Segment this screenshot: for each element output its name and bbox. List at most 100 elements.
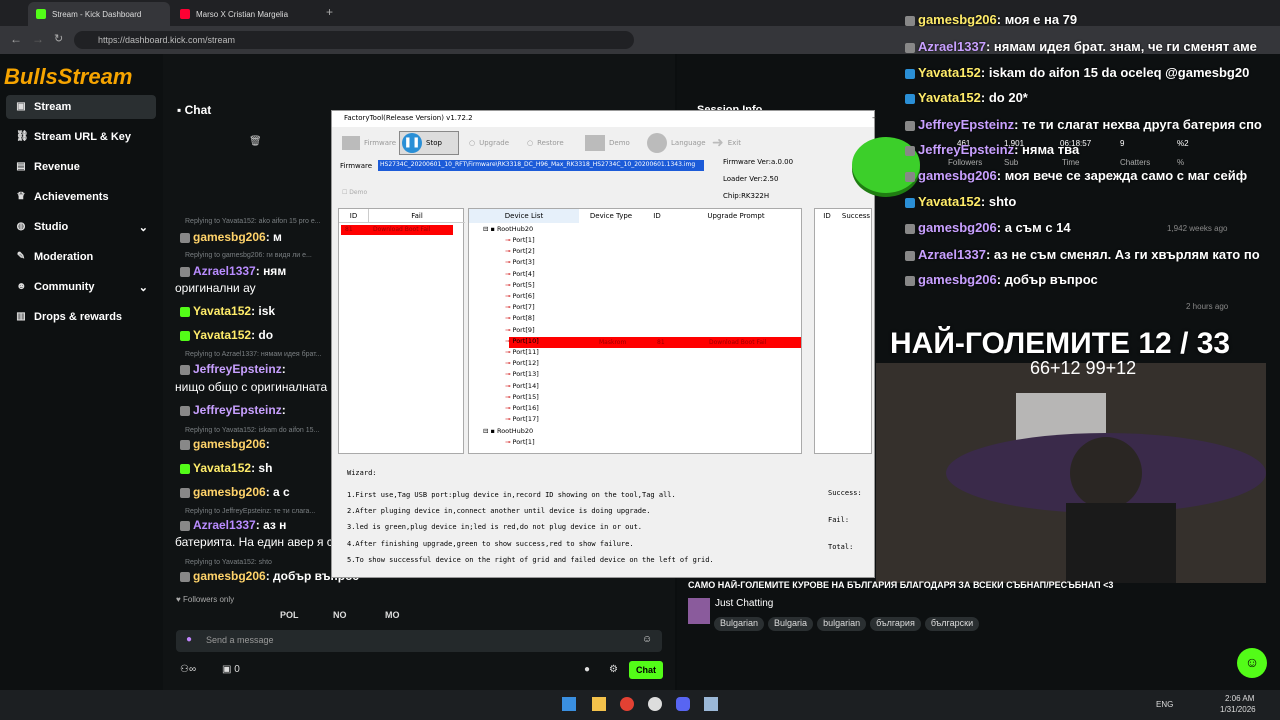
tag[interactable]: Bulgaria bbox=[768, 617, 814, 631]
roothub-node[interactable]: ⊟ ▪ RootHub20 bbox=[483, 427, 533, 435]
usb-icon: ⊸ bbox=[505, 370, 513, 379]
port-item[interactable]: ⊸ Port[16] bbox=[505, 404, 539, 412]
port-item[interactable]: ⊸ Port[3] bbox=[505, 258, 535, 266]
chat-icon: ▪ bbox=[177, 103, 185, 117]
emote-pol[interactable]: POL bbox=[280, 610, 299, 620]
send-chat-button[interactable]: Chat bbox=[629, 661, 663, 679]
sidebar-item-community[interactable]: ☻ Community ⌄ bbox=[6, 275, 156, 299]
usb-icon: ⊸ bbox=[505, 348, 513, 356]
demo-checkbox[interactable]: ☐ Demo bbox=[342, 189, 367, 196]
port-item[interactable]: ⊸ Port[4] bbox=[505, 270, 535, 278]
sidebar-item-revenue[interactable]: ▤ Revenue bbox=[6, 155, 156, 179]
discord-icon[interactable] bbox=[676, 697, 690, 711]
firmware-button[interactable]: Firmware bbox=[342, 131, 397, 155]
port-item[interactable]: ⊸ Port[9] bbox=[505, 326, 535, 334]
port-item[interactable]: ⊸ Port[14] bbox=[505, 382, 539, 390]
window-title: FactoryTool(Release Version) v1.72.2 bbox=[332, 111, 874, 127]
port-item[interactable]: ⊸ Port[17] bbox=[505, 415, 539, 423]
port-item[interactable]: ⊸ Port[12] bbox=[505, 359, 539, 367]
success-col-id: ID bbox=[823, 212, 831, 220]
port-item[interactable]: ⊸ Port[11] bbox=[505, 348, 539, 356]
clock-date[interactable]: 1/31/2026 bbox=[1220, 705, 1256, 714]
clock-time[interactable]: 2:06 AM bbox=[1225, 694, 1254, 703]
minimize-icon[interactable]: – bbox=[872, 113, 877, 123]
obs-icon[interactable] bbox=[648, 697, 662, 711]
link-icon: ⛓ bbox=[16, 131, 29, 142]
back-icon[interactable]: ← bbox=[10, 32, 22, 46]
sidebar-item-drops[interactable]: ▥ Drops & rewards bbox=[6, 305, 156, 329]
category-thumbnail[interactable] bbox=[688, 598, 710, 624]
chat-bubble-icon[interactable]: ● bbox=[584, 664, 590, 675]
usb-icon: ⊸ bbox=[505, 236, 513, 244]
usb-icon: ⊸ bbox=[505, 336, 513, 345]
demo-button[interactable]: Demo bbox=[585, 131, 640, 155]
tag[interactable]: българия bbox=[870, 617, 921, 631]
sub-badge bbox=[905, 197, 915, 208]
tag[interactable]: български bbox=[924, 617, 980, 631]
chat-fab-icon[interactable]: ☺ bbox=[1237, 648, 1267, 678]
upgrade-button[interactable]: ○ Upgrade bbox=[469, 131, 519, 155]
youtube-icon bbox=[180, 9, 190, 19]
port-item[interactable]: ⊸ Port[5] bbox=[505, 281, 535, 289]
followers-only-notice: ♥ Followers only bbox=[176, 595, 235, 604]
stop-button[interactable]: ❚❚ Stop bbox=[399, 131, 459, 155]
users-icon: ⚇∞ bbox=[180, 664, 197, 675]
browser-tab-kick[interactable]: Stream - Kick Dashboard bbox=[28, 2, 170, 26]
tag-list: Bulgarian Bulgaria bulgarian българия българ… bbox=[714, 613, 983, 631]
category-name[interactable]: Just Chatting bbox=[715, 598, 773, 609]
chat-input-box[interactable]: ● Send a message ☺ bbox=[176, 630, 662, 652]
exit-button[interactable]: ➜ Exit bbox=[712, 131, 762, 155]
port-item[interactable]: ⊸ Port[1] bbox=[505, 236, 535, 244]
tag[interactable]: bulgarian bbox=[817, 617, 867, 631]
firmware-path-field[interactable]: HS2734C_20200601_10_RFT\Firmware\RK3318_… bbox=[378, 160, 704, 171]
stream-title: САМО НАЙ-ГОЛЕМИТЕ КУРОВЕ НА БЪЛГАРИЯ БЛА… bbox=[688, 580, 1114, 590]
webcam-feed bbox=[876, 363, 1266, 583]
trash-icon[interactable]: 🗑 bbox=[249, 136, 262, 147]
roothub-node[interactable]: ⊟ ▪ RootHub20 bbox=[483, 225, 533, 233]
tag[interactable]: Bulgarian bbox=[714, 617, 765, 631]
wrench-icon: ✎ bbox=[16, 251, 26, 262]
sidebar-item-achievements[interactable]: ♛ Achievements bbox=[6, 185, 156, 209]
mic-icon[interactable]: ● bbox=[186, 634, 192, 645]
browser-tab-youtube[interactable]: Marso X Cristian Margelia bbox=[172, 2, 320, 26]
factorytool-icon[interactable] bbox=[704, 697, 718, 711]
fail-row[interactable]: 81 Download Boot Fail bbox=[341, 225, 453, 235]
port-item[interactable]: ⊸ Port[6] bbox=[505, 292, 535, 300]
port-item[interactable]: ⊸ Port[15] bbox=[505, 393, 539, 401]
port-item[interactable]: ⊸ Port[1] bbox=[505, 438, 535, 446]
restore-button[interactable]: ○ Restore bbox=[527, 131, 577, 155]
chat-message-cont: оригинални ау bbox=[175, 281, 256, 295]
dashboard-sidebar bbox=[0, 54, 163, 690]
overlay-message: Yavata152: iskam do aifon 15 da oceleq @… bbox=[905, 65, 1249, 80]
chrome-icon[interactable] bbox=[620, 697, 634, 711]
language-indicator[interactable]: ENG bbox=[1156, 700, 1173, 709]
usb-icon: ⊸ bbox=[505, 280, 513, 289]
port-item[interactable]: ⊸ Port[10] bbox=[505, 337, 539, 345]
radio-icon: ○ bbox=[527, 139, 534, 147]
forward-icon[interactable]: → bbox=[32, 32, 44, 46]
sidebar-item-stream[interactable]: ▣ Stream bbox=[6, 95, 156, 119]
emoji-icon[interactable]: ☺ bbox=[642, 634, 652, 645]
folder-icon[interactable] bbox=[592, 697, 606, 711]
new-tab-icon[interactable]: + bbox=[326, 5, 333, 19]
port-item[interactable]: ⊸ Port[7] bbox=[505, 303, 535, 311]
emote-no[interactable]: NO bbox=[333, 610, 347, 620]
loader-version: Loader Ver:2.50 bbox=[723, 175, 779, 183]
chevron-down-icon: ⌄ bbox=[138, 281, 148, 294]
port-item[interactable]: ⊸ Port[8] bbox=[505, 314, 535, 322]
port-item[interactable]: ⊸ Port[13] bbox=[505, 370, 539, 378]
overlay-message: gamesbg206: моя е на 79 bbox=[905, 12, 1077, 27]
language-button[interactable]: Language bbox=[647, 131, 712, 155]
sidebar-item-studio[interactable]: ◍ Studio ⌄ bbox=[6, 215, 156, 239]
hub-icon: ⊟ ▪ bbox=[483, 427, 497, 435]
url-input[interactable]: https://dashboard.kick.com/stream bbox=[74, 31, 634, 49]
sidebar-item-moderation[interactable]: ✎ Moderation bbox=[6, 245, 156, 269]
port-item[interactable]: ⊸ Port[2] bbox=[505, 247, 535, 255]
sidebar-item-stream-url[interactable]: ⛓ Stream URL & Key bbox=[6, 125, 156, 149]
emote-mo[interactable]: MO bbox=[385, 610, 400, 620]
globe-icon: ◍ bbox=[16, 221, 26, 232]
gift-icon: ▥ bbox=[16, 311, 26, 322]
gear-icon[interactable]: ⚙ bbox=[609, 664, 618, 675]
reload-icon[interactable]: ↻ bbox=[54, 32, 63, 45]
start-icon[interactable] bbox=[562, 697, 576, 711]
